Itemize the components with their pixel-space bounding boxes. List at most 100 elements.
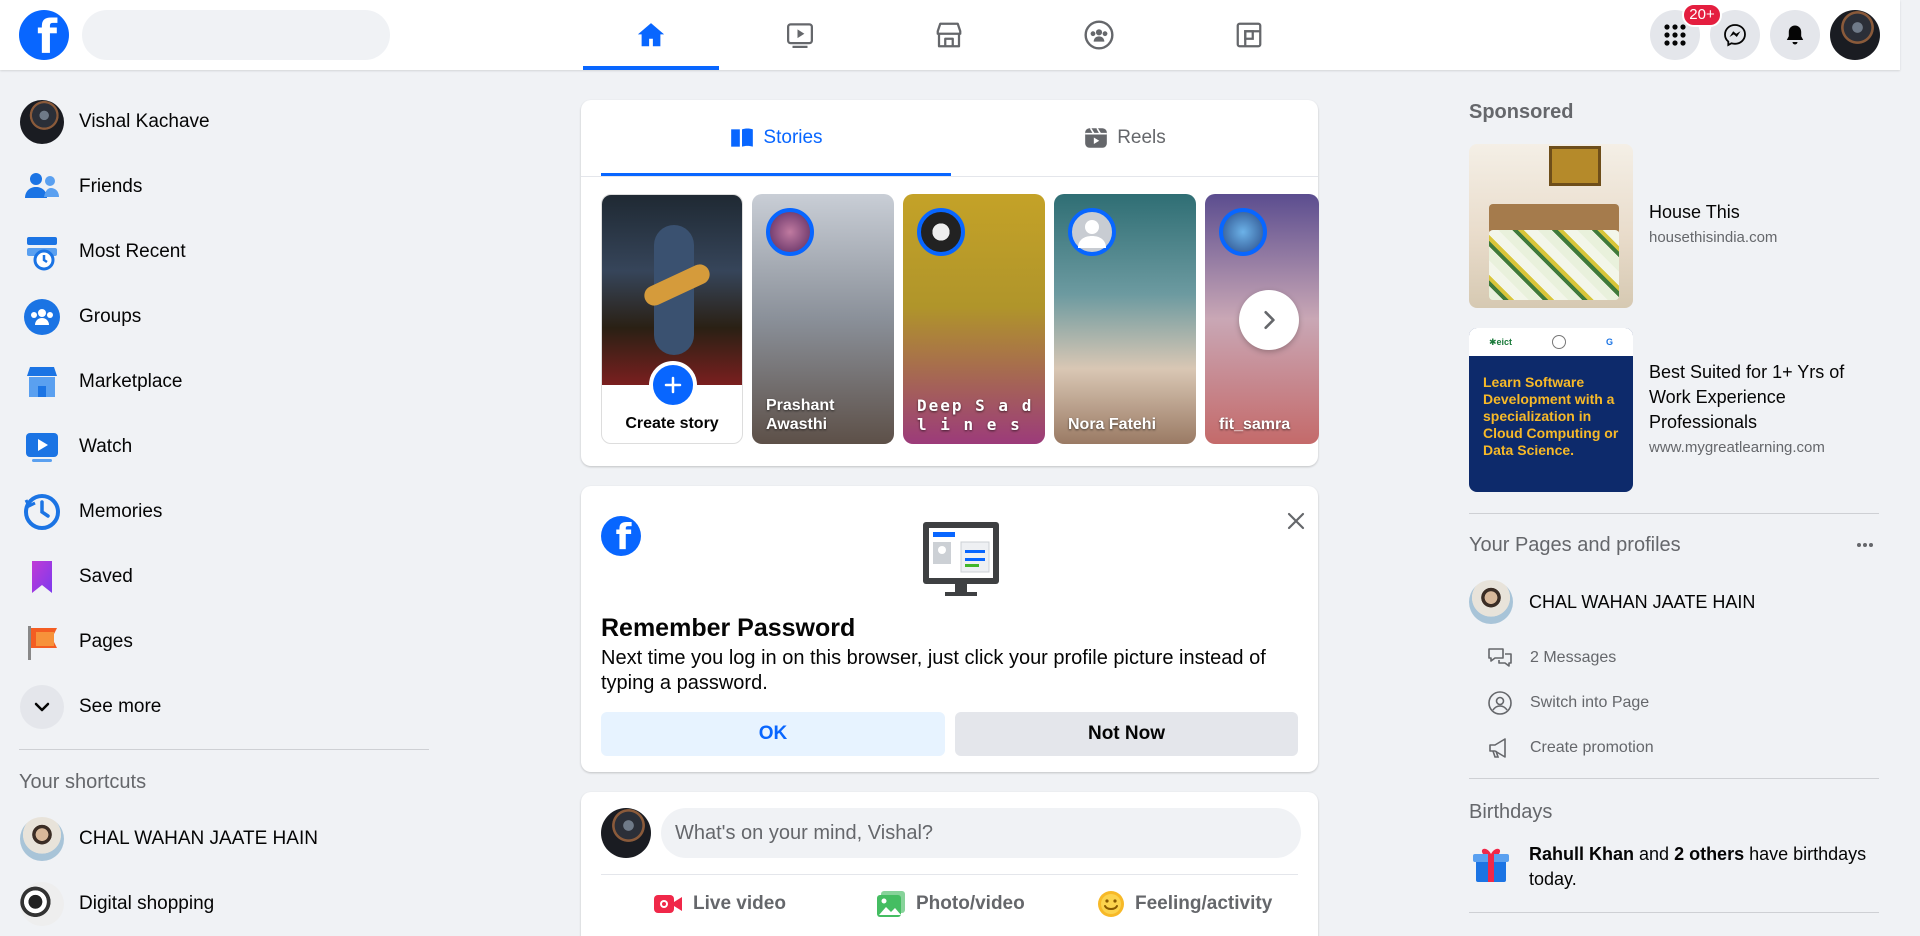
notifications-button[interactable]: [1770, 10, 1820, 60]
sidebar-item-label: Vishal Kachave: [79, 111, 210, 132]
top-navigation-bar: f 20+: [0, 0, 1900, 70]
pages-more-button[interactable]: [1850, 530, 1880, 560]
account-avatar[interactable]: [1830, 10, 1880, 60]
sidebar-item-watch[interactable]: Watch: [19, 419, 429, 475]
shortcut-avatar: [20, 817, 64, 861]
post-composer-card: What's on your mind, Vishal? Live video …: [581, 792, 1318, 936]
tab-stories[interactable]: Stories: [601, 100, 951, 177]
sidebar-item-memories[interactable]: Memories: [19, 484, 429, 540]
birthday-and: and: [1634, 844, 1675, 864]
groups-icon: [24, 299, 60, 335]
ad-image-text: Learn Software Development with a specia…: [1483, 374, 1619, 458]
sidebar-item-see-more[interactable]: See more: [19, 679, 429, 735]
feeling-icon: [1098, 891, 1124, 917]
nav-tab-gaming[interactable]: [1181, 0, 1317, 70]
birthday-person: Rahull Khan: [1529, 844, 1635, 864]
ad-url: housethisindia.com: [1649, 229, 1778, 246]
live-video-button[interactable]: Live video: [653, 882, 786, 926]
action-label: Feeling/activity: [1135, 893, 1273, 914]
not-now-button[interactable]: Not Now: [955, 712, 1298, 756]
shortcut-item[interactable]: Digital shopping: [19, 876, 429, 932]
search-input[interactable]: [82, 10, 390, 60]
close-button[interactable]: [1281, 506, 1311, 536]
action-label: Photo/video: [916, 893, 1025, 914]
notifications-badge: 20+: [1682, 3, 1722, 27]
sidebar-item-friends[interactable]: Friends: [19, 159, 429, 215]
profile-avatar: [20, 100, 64, 144]
remember-password-card: f Remember Password Next time you log in…: [581, 486, 1318, 772]
megaphone-icon: [1489, 738, 1506, 758]
sidebar-item-label: Most Recent: [79, 241, 186, 262]
reels-icon: [1085, 127, 1108, 148]
page-profile-row[interactable]: CHAL WAHAN JAATE HAIN: [1469, 580, 1755, 624]
sidebar-item-label: Watch: [79, 436, 133, 457]
sponsored-title: Sponsored: [1469, 101, 1574, 123]
gaming-icon: [1236, 22, 1262, 48]
sidebar-item-label: Groups: [79, 306, 142, 327]
grid-menu-icon: [1664, 24, 1686, 46]
switch-profile-icon: [1488, 691, 1512, 715]
ad-url: www.mygreatlearning.com: [1649, 439, 1825, 456]
page-messages-link[interactable]: 2 Messages: [1486, 638, 1616, 678]
watch-icon: [26, 433, 58, 462]
facebook-logo[interactable]: f: [19, 10, 69, 60]
story-card[interactable]: Nora Fatehi: [1054, 194, 1196, 444]
birthday-others: 2 others: [1674, 844, 1745, 864]
ad-logo-strip: ✱eict G: [1469, 328, 1633, 356]
most-recent-icon: [27, 237, 57, 271]
sponsored-ad[interactable]: House This housethisindia.com: [1469, 144, 1879, 308]
page-action-label: 2 Messages: [1530, 649, 1617, 666]
create-story-card[interactable]: Create story: [601, 194, 743, 444]
shortcut-label: CHAL WAHAN JAATE HAIN: [79, 828, 318, 849]
create-story-photo: [602, 195, 742, 385]
story-card[interactable]: Prashant Awasthi: [752, 194, 894, 444]
sidebar-divider: [19, 749, 429, 750]
marketplace-icon: [936, 22, 962, 48]
stories-book-icon: [731, 128, 754, 147]
more-horizontal-icon: [1857, 543, 1873, 547]
nav-tab-groups[interactable]: [1031, 0, 1167, 70]
shortcut-item[interactable]: CHAL WAHAN JAATE HAIN: [19, 811, 429, 867]
remember-password-title: Remember Password: [601, 614, 856, 642]
photo-video-button[interactable]: Photo/video: [876, 882, 1025, 926]
birthday-row[interactable]: Rahull Khan and 2 others have birthdays …: [1469, 842, 1879, 892]
facebook-logo-small: f: [601, 516, 641, 556]
photo-icon: [877, 891, 905, 917]
sidebar-item-saved[interactable]: Saved: [19, 549, 429, 605]
sidebar-item-most-recent[interactable]: Most Recent: [19, 224, 429, 280]
shortcuts-title: Your shortcuts: [19, 771, 147, 793]
sidebar-item-marketplace[interactable]: Marketplace: [19, 354, 429, 410]
nav-tab-watch[interactable]: [732, 0, 868, 70]
sponsored-ad[interactable]: ✱eict G Learn Software Development with …: [1469, 328, 1879, 492]
page-scrollbar[interactable]: [1900, 0, 1920, 936]
whats-on-your-mind-input[interactable]: What's on your mind, Vishal?: [661, 808, 1301, 858]
create-story-label: Create story: [625, 415, 719, 432]
story-card[interactable]: Deep S a d l i n e s: [903, 194, 1045, 444]
computer-illustration-icon: [923, 522, 999, 596]
tabs-divider: [581, 176, 1318, 177]
composer-divider: [601, 874, 1298, 875]
create-promotion-link[interactable]: Create promotion: [1486, 728, 1654, 768]
remember-password-body: Next time you log in on this browser, ju…: [601, 647, 1266, 694]
live-video-icon: [654, 895, 682, 913]
sidebar-item-pages[interactable]: Pages: [19, 614, 429, 670]
switch-into-page-link[interactable]: Switch into Page: [1486, 683, 1649, 723]
create-story-plus-button[interactable]: [649, 361, 697, 409]
ok-button[interactable]: OK: [601, 712, 945, 756]
stories-next-button[interactable]: [1239, 290, 1299, 350]
story-name: fit_samra: [1219, 416, 1291, 433]
nav-tab-marketplace[interactable]: [881, 0, 1017, 70]
nav-tab-home[interactable]: [583, 0, 719, 70]
shortcut-label: Digital shopping: [79, 893, 215, 914]
memories-icon: [24, 494, 60, 530]
tab-label: Reels: [1117, 127, 1166, 148]
page-name: CHAL WAHAN JAATE HAIN: [1529, 591, 1756, 612]
stories-card: Stories Reels Create story Prashant Awas…: [581, 100, 1319, 466]
feeling-activity-button[interactable]: Feeling/activity: [1097, 882, 1272, 926]
sidebar-item-groups[interactable]: Groups: [19, 289, 429, 345]
sidebar-item-label: Memories: [79, 501, 163, 522]
sidebar-item-profile[interactable]: Vishal Kachave: [19, 94, 429, 150]
facebook-logo-small-letter: f: [615, 517, 632, 556]
tab-reels[interactable]: Reels: [951, 100, 1298, 176]
see-more-circle: [20, 685, 64, 729]
